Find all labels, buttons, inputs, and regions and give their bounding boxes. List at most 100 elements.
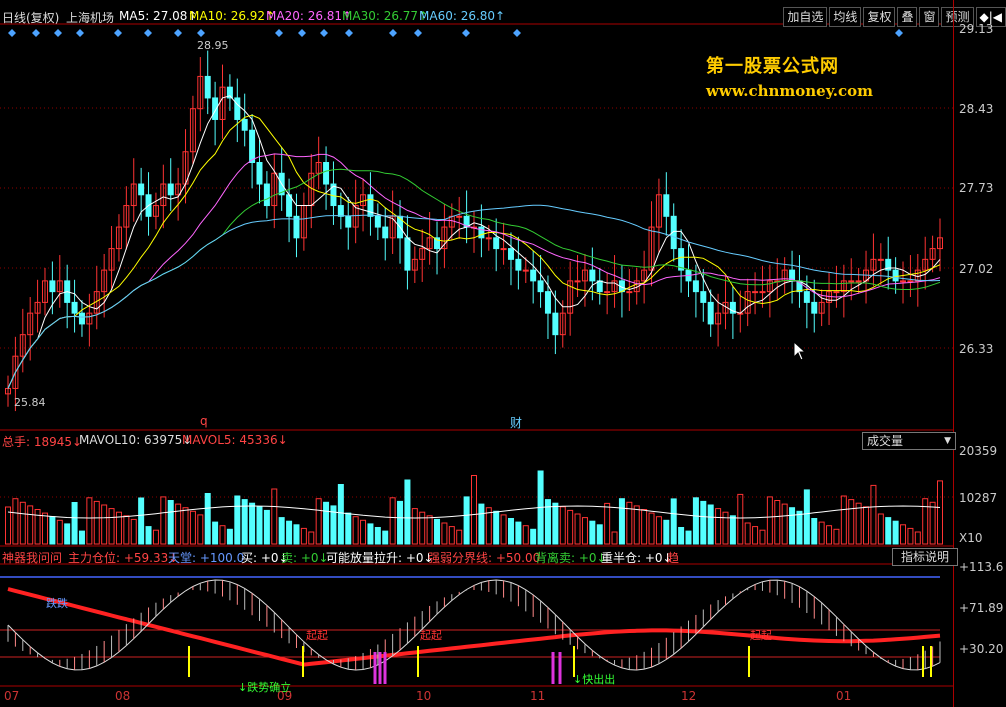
volume-bar — [604, 502, 611, 545]
volume-bar — [64, 523, 71, 545]
finance-marker[interactable]: 财 — [510, 414, 522, 431]
volume-bar — [123, 515, 130, 545]
candle-body — [337, 205, 344, 217]
quick-exit-label: ↓快出出 — [573, 673, 616, 686]
volume-bar — [12, 498, 19, 545]
event-diamond — [114, 29, 122, 37]
month-tick: 07 — [4, 689, 20, 703]
event-markers — [8, 29, 903, 37]
price-chart[interactable] — [0, 0, 953, 707]
month-tick: 09 — [277, 689, 293, 703]
volume-bar — [914, 531, 921, 545]
volume-bar — [848, 499, 855, 545]
volume-bar — [471, 475, 477, 545]
volume-tick: 10287 — [959, 491, 998, 505]
candle-body — [249, 129, 256, 164]
ma-button[interactable]: 均线 — [829, 7, 862, 27]
candle-body — [500, 248, 507, 251]
volume-pull-label: 可能放量拉升: +0↓ — [326, 551, 434, 565]
chevron-down-icon: ▼ — [944, 436, 951, 446]
trend-label: 趋 — [667, 551, 680, 565]
price-tick: 29.13 — [959, 22, 994, 36]
volume-bar — [212, 521, 219, 545]
candle-body — [552, 312, 559, 336]
volume-bar — [219, 525, 226, 545]
volume-bar — [855, 502, 862, 545]
indicator-tick: +30.20 — [959, 642, 1004, 656]
volume-bar — [877, 513, 884, 545]
volume-bar — [86, 497, 93, 545]
volume-selector-dropdown[interactable]: 成交量 ▼ — [862, 432, 956, 450]
volume-bar — [900, 524, 907, 545]
volume-bar — [581, 517, 588, 545]
indicator-help-button[interactable]: 指标说明 — [892, 548, 958, 566]
price-tick: 28.43 — [959, 102, 994, 116]
volume-bar — [345, 512, 352, 545]
volume-bar — [367, 523, 374, 545]
volume-bar — [19, 501, 26, 545]
volume-bar — [152, 529, 159, 545]
volume-bar — [715, 508, 722, 545]
volume-bar — [937, 480, 943, 545]
candle-body — [596, 280, 603, 293]
volume-bar — [515, 521, 522, 545]
volume-bar — [507, 518, 514, 545]
candle-body — [167, 183, 174, 196]
volume-bar — [596, 524, 603, 545]
volume-bar — [27, 505, 34, 545]
candle-body — [626, 291, 633, 294]
volume-bar — [655, 516, 662, 545]
strong-weak-label: 强弱分界线: +50.00 — [428, 551, 541, 565]
candle-body — [204, 75, 211, 99]
volume-bar — [382, 530, 389, 545]
volume-bar — [411, 508, 418, 545]
volume-bar — [522, 525, 529, 545]
volume-bar — [456, 529, 463, 545]
volume-bar — [774, 500, 781, 545]
candle-body — [892, 269, 899, 282]
indicator-name[interactable]: 神器我问问 — [2, 549, 62, 566]
volume-bar — [633, 505, 640, 545]
month-tick: 10 — [416, 689, 432, 703]
event-diamond — [174, 29, 182, 37]
volume-bar — [618, 498, 625, 545]
volume-bar — [766, 496, 773, 545]
volume-bar — [315, 498, 322, 545]
volume-bar — [226, 528, 233, 545]
candle-body — [522, 269, 529, 272]
volume-bar — [811, 518, 818, 545]
total-volume-label: 总手: 18945↓ — [2, 435, 83, 449]
restore-button[interactable]: 复权 — [863, 7, 896, 27]
volume-bar — [759, 529, 766, 545]
volume-bar — [559, 506, 566, 545]
volume-bar — [544, 499, 551, 545]
volume-bar — [692, 497, 699, 545]
candle-body — [374, 215, 381, 228]
divergence-sell-label: 背离卖: +0↓ — [535, 551, 607, 565]
volume-bar — [448, 526, 455, 545]
add-watchlist-button[interactable]: 加自选 — [783, 7, 828, 27]
volume-bar — [826, 525, 833, 545]
volume-bar — [707, 504, 714, 545]
candle-body — [604, 291, 611, 294]
candle-body — [382, 226, 389, 239]
month-tick: 08 — [115, 689, 131, 703]
volume-bar — [278, 517, 285, 545]
event-diamond — [462, 29, 470, 37]
volume-bar — [552, 502, 559, 545]
volume-bar — [374, 527, 381, 545]
volume-bar — [840, 495, 847, 545]
candle-body — [493, 237, 500, 250]
main-position-line — [7, 587, 941, 667]
overlay-button[interactable]: 叠 — [897, 7, 918, 27]
period-label[interactable]: 日线(复权) — [2, 9, 59, 26]
volume-selector-value: 成交量 — [867, 434, 904, 448]
volume-bar — [49, 516, 56, 545]
watermark-url: www.chnmoney.com — [706, 82, 873, 100]
candle-body — [900, 280, 907, 283]
volume-bar — [574, 513, 581, 545]
volume-bar — [493, 510, 500, 545]
volume-bar — [108, 508, 115, 545]
window-button[interactable]: 窗 — [919, 7, 940, 27]
event-diamond — [54, 29, 62, 37]
